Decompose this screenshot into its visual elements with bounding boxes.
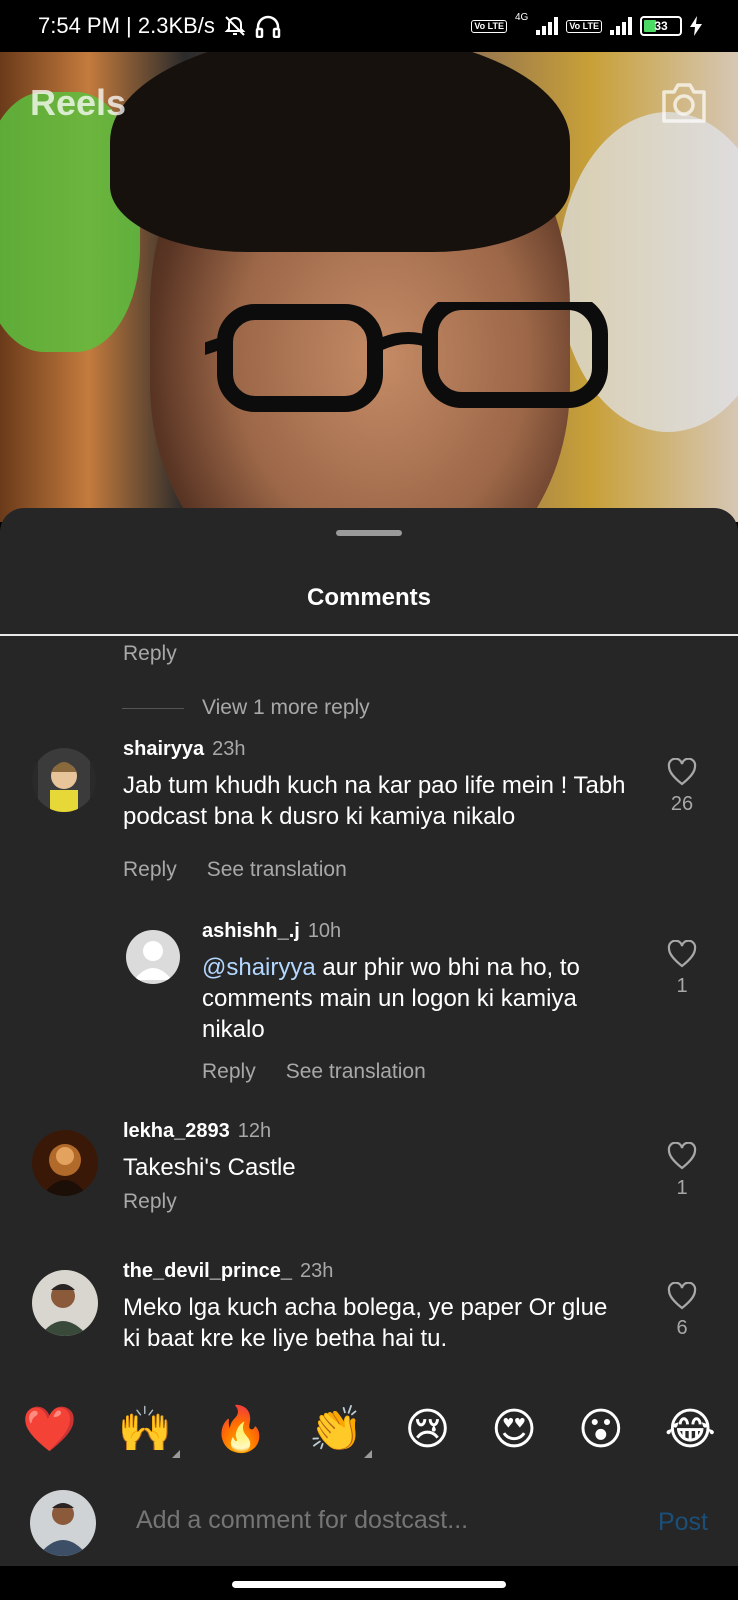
reply-button[interactable]: Reply — [123, 858, 177, 882]
reply-button[interactable]: Reply — [202, 1060, 256, 1084]
status-right: Vo LTE 4G Vo LTE 33 — [471, 12, 702, 36]
user-avatar — [30, 1490, 96, 1556]
emoji-raised-hands[interactable]: 🙌 — [118, 1408, 181, 1458]
comment-username[interactable]: ashishh_.j — [202, 920, 300, 942]
comment-time: 23h — [299, 1260, 334, 1282]
see-translation-button[interactable]: See translation — [207, 858, 347, 882]
emoji-heart[interactable]: ❤️ — [22, 1408, 77, 1452]
glasses-shape — [205, 302, 608, 412]
camera-icon[interactable] — [660, 82, 708, 124]
heart-icon — [667, 1141, 697, 1170]
volte-icon-2: Vo LTE — [566, 19, 602, 33]
drag-handle[interactable] — [336, 530, 402, 536]
divider — [0, 634, 738, 636]
like-button[interactable]: 6 — [662, 1281, 702, 1340]
like-button[interactable]: 26 — [662, 757, 702, 816]
comment-text: @shairyya aur phir wo bhi na ho, to comm… — [202, 954, 580, 1043]
signal-icon-2 — [610, 17, 632, 35]
status-time: 7:54 PM | 2.3KB/s — [38, 13, 215, 38]
system-nav-bar — [0, 1566, 738, 1600]
status-left: 7:54 PM | 2.3KB/s — [38, 13, 281, 39]
reply-button[interactable]: Reply — [123, 642, 177, 666]
emoji-heart-eyes[interactable]: 😍 — [491, 1408, 537, 1452]
battery-icon: 33 — [640, 16, 682, 36]
status-bar: 7:54 PM | 2.3KB/s Vo LTE 4G Vo LTE 33 — [0, 0, 738, 52]
home-indicator[interactable] — [232, 1581, 506, 1588]
avatar[interactable] — [126, 930, 180, 984]
post-button[interactable]: Post — [658, 1508, 708, 1537]
volte-icon: Vo LTE — [471, 19, 507, 33]
emoji-fire[interactable]: 🔥 — [213, 1408, 268, 1452]
signal-icon — [536, 17, 559, 35]
like-button[interactable]: 1 — [662, 939, 702, 998]
like-count: 1 — [676, 975, 688, 997]
emoji-clap[interactable]: 👏 — [309, 1408, 372, 1458]
emoji-laughing[interactable]: 😂 — [665, 1408, 716, 1452]
avatar[interactable] — [32, 1270, 98, 1336]
heart-icon — [667, 939, 697, 968]
comment-username[interactable]: shairyya — [123, 738, 204, 760]
comment-input[interactable] — [136, 1506, 616, 1535]
avatar[interactable] — [32, 748, 96, 812]
reels-title: Reels — [30, 82, 127, 123]
comment-username[interactable]: the_devil_prince_ — [123, 1260, 292, 1282]
mention-link[interactable]: @shairyya — [202, 954, 316, 981]
see-translation-button[interactable]: See translation — [286, 1060, 426, 1084]
like-count: 26 — [670, 793, 694, 815]
emoji-bar: ❤️ 🙌 🔥 👏 😢 😍 😮 😂 — [0, 1400, 738, 1460]
comments-list[interactable]: Reply View 1 more reply shairyya 23h Jab … — [0, 638, 738, 1374]
heart-icon — [667, 1281, 697, 1310]
comment-time: 10h — [307, 920, 342, 942]
view-more-label: View 1 more reply — [202, 696, 370, 719]
charging-icon — [690, 16, 702, 36]
network-type: 4G — [514, 12, 529, 23]
heart-icon — [667, 757, 697, 786]
reply-button[interactable]: Reply — [123, 1190, 177, 1214]
emoji-surprised[interactable]: 😮 — [578, 1408, 624, 1452]
alarm-off-icon — [224, 16, 246, 36]
comment-text: Meko lga kuch acha bolega, ye paper Or g… — [123, 1294, 608, 1352]
comment-username[interactable]: lekha_2893 — [123, 1120, 230, 1142]
comment-input-bar: Post — [0, 1486, 738, 1566]
like-count: 1 — [676, 1177, 688, 1199]
emoji-crying[interactable]: 😢 — [404, 1408, 450, 1452]
comment-time: 23h — [212, 738, 246, 760]
comment-text: Jab tum khudh kuch na kar pao life mein … — [123, 772, 626, 830]
comment-text: Takeshi's Castle — [123, 1154, 296, 1181]
sheet-title: Comments — [306, 584, 432, 611]
view-more-replies[interactable]: View 1 more reply — [122, 696, 370, 720]
headphones-icon — [255, 15, 281, 38]
avatar[interactable] — [32, 1130, 98, 1196]
like-count: 6 — [676, 1317, 688, 1339]
like-button[interactable]: 1 — [662, 1141, 702, 1200]
comment-time: 12h — [237, 1120, 272, 1142]
